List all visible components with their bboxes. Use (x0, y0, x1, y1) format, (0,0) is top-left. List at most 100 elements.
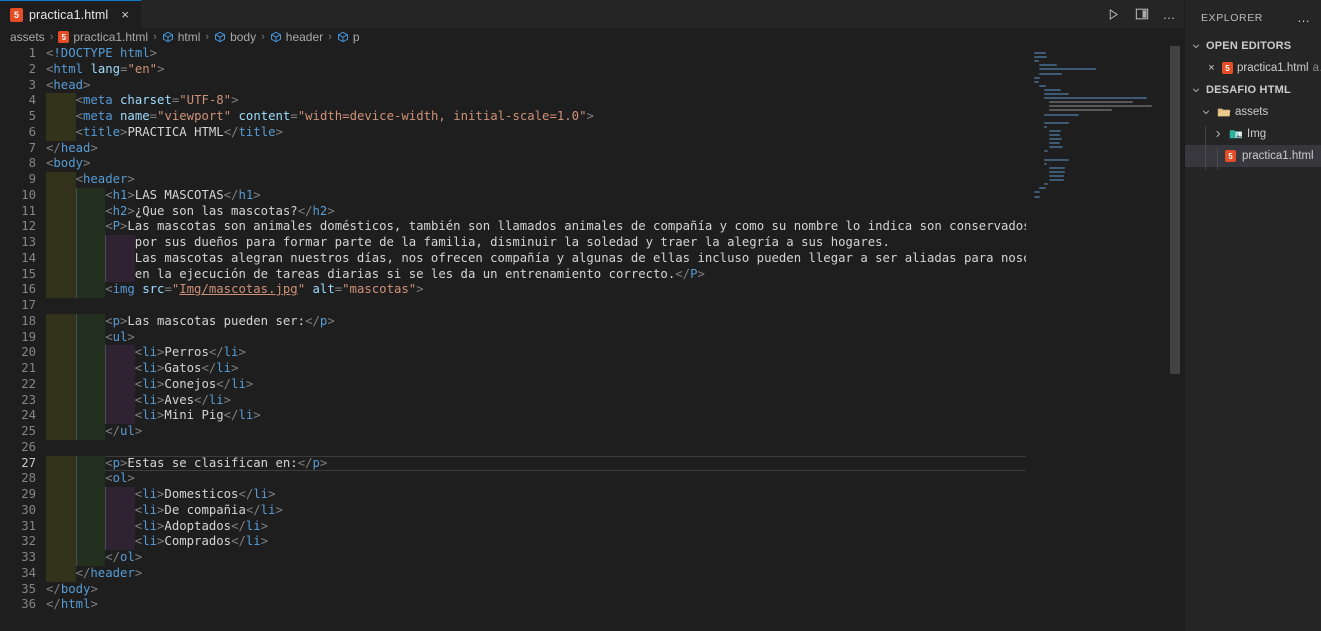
code-line[interactable]: 9 <header> (0, 172, 1184, 188)
code-line[interactable]: 16 <img src="Img/mascotas.jpg" alt="masco… (0, 282, 1184, 298)
breadcrumb-item-header[interactable]: header (270, 30, 323, 44)
line-number: 2 (28, 61, 36, 76)
code-line[interactable]: 22 <li>Conejos</li> (0, 376, 1184, 393)
indent-guide-line (75, 392, 77, 409)
code-token: li (260, 502, 276, 517)
line-number: 9 (28, 172, 36, 186)
code-line[interactable]: 14 Las mascotas alegran nuestros días, no… (0, 250, 1184, 267)
tree-item-assets[interactable]: assets (1185, 101, 1321, 123)
breadcrumb-item-p[interactable]: p (337, 30, 360, 44)
code-token: Las mascotas pueden ser: (127, 313, 306, 328)
line-number: 15 (21, 266, 36, 281)
minimap-line (1044, 125, 1048, 128)
minimap-line (1034, 56, 1048, 59)
code-token[interactable]: Img/mascotas.jpg (179, 282, 297, 296)
code-token: < (105, 203, 113, 218)
open-editor-path-suffix: a… (1312, 62, 1321, 74)
code-token: li (238, 408, 254, 423)
line-code: <li>Aves</li> (135, 393, 231, 409)
html5-file-icon: 5 (58, 31, 70, 43)
code-line[interactable]: 27 <p>Estas se clasifican en:</p> (0, 455, 1184, 472)
breadcrumb-item-file[interactable]: 5 practica1.html (58, 30, 148, 44)
code-line[interactable]: 12 <P>Las mascotas son animales doméstico… (0, 219, 1184, 235)
minimap[interactable] (1026, 46, 1160, 631)
code-line[interactable]: 29 <li>Domesticos</li> (0, 487, 1184, 503)
code-token: < (105, 282, 113, 297)
code-line[interactable]: 28 <ol> (0, 471, 1184, 487)
minimap-line (1049, 175, 1064, 177)
code-line[interactable]: 10 <h1>LAS MASCOTAS</h1> (0, 187, 1184, 204)
code-token: content (238, 109, 291, 123)
code-line[interactable]: 30 <li>De compañia</li> (0, 502, 1184, 519)
code-line[interactable]: 3 <head> (0, 78, 1184, 94)
code-line[interactable]: 32 <li>Comprados</li> (0, 534, 1184, 550)
breadcrumb-item-body[interactable]: body (214, 30, 256, 44)
code-line[interactable]: 15 en la ejecución de tareas diarias si s… (0, 266, 1184, 283)
code-editor[interactable]: 1 <!DOCTYPE html> 2 <html lang="en"> 3 <head>… (0, 46, 1184, 631)
explorer-more-icon[interactable]: … (1297, 11, 1311, 24)
code-token: li (231, 376, 246, 391)
indent-guide (46, 329, 76, 346)
line-code: <p>Las mascotas pueden ser:</p> (105, 314, 335, 330)
code-token: > (327, 313, 335, 328)
line-number: 12 (21, 219, 36, 234)
indent-guide (105, 266, 135, 283)
breadcrumb-item-assets[interactable]: assets (10, 30, 45, 44)
open-editor-row-practica1[interactable]: × 5 practica1.html a… (1185, 57, 1321, 79)
tab-close-icon[interactable]: × (118, 8, 132, 21)
indent-guide-line (75, 329, 77, 346)
code-line[interactable]: 24 <li>Mini Pig</li> (0, 408, 1184, 424)
breadcrumb-separator: › (328, 31, 332, 43)
indent-guide-line (75, 502, 77, 519)
section-workspace-folder[interactable]: DESAFIO HTML (1185, 79, 1321, 101)
code-token: > (134, 565, 143, 580)
indent-guide-line (75, 219, 77, 235)
code-line[interactable]: 19 <ul> (0, 329, 1184, 346)
code-token: title (83, 124, 121, 139)
chevron-right-icon[interactable] (1211, 127, 1225, 141)
scrollbar-thumb[interactable] (1170, 46, 1180, 374)
code-line[interactable]: 7 </head> (0, 141, 1184, 157)
code-line[interactable]: 8 <body> (0, 156, 1184, 172)
editor-tab-practica1[interactable]: 5 practica1.html × (0, 0, 143, 28)
code-token: h2 (312, 203, 328, 218)
tree-indent-guide (1217, 148, 1218, 170)
run-icon[interactable] (1105, 6, 1122, 23)
code-line[interactable]: 25 </ul> (0, 424, 1184, 440)
code-line[interactable]: 2 <html lang="en"> (0, 62, 1184, 78)
close-icon[interactable]: × (1205, 62, 1218, 74)
indent-guide (75, 471, 106, 487)
chevron-down-icon[interactable] (1199, 105, 1213, 119)
code-line[interactable]: 4 <meta charset="UTF-8"> (0, 93, 1184, 109)
section-open-editors[interactable]: OPEN EDITORS (1185, 35, 1321, 57)
code-token: </ (223, 124, 239, 139)
code-line[interactable]: 20 <li>Perros</li> (0, 345, 1184, 361)
line-number: 23 (21, 392, 36, 407)
split-editor-icon[interactable] (1133, 6, 1150, 23)
code-line[interactable]: 26 (0, 440, 1184, 456)
code-line[interactable]: 21 <li>Gatos</li> (0, 361, 1184, 377)
code-line[interactable]: 11 <h2>¿Que son las mascotas?</h2> (0, 203, 1184, 220)
code-line[interactable]: 23 <li>Aves</li> (0, 392, 1184, 409)
code-line[interactable]: 33 </ol> (0, 550, 1184, 566)
code-line[interactable]: 1 <!DOCTYPE html> (0, 46, 1184, 62)
breadcrumb-item-html[interactable]: html (162, 30, 200, 44)
indent-guide-line (75, 235, 77, 251)
code-line[interactable]: 5 <meta name="viewport" content="width=de… (0, 109, 1184, 125)
indent-guide-line (75, 313, 77, 330)
code-token: </ (105, 550, 120, 564)
code-line[interactable]: 35 </body> (0, 582, 1184, 598)
code-line[interactable]: 34 </header> (0, 565, 1184, 582)
code-line[interactable]: 18 <p>Las mascotas pueden ser:</p> (0, 313, 1184, 330)
more-actions-icon[interactable]: … (1161, 6, 1178, 23)
editor-vertical-scrollbar[interactable] (1170, 46, 1180, 631)
code-line[interactable]: 17 (0, 298, 1184, 314)
line-code: <li>Mini Pig</li> (135, 408, 261, 424)
line-number: 20 (21, 345, 36, 360)
code-line[interactable]: 36 </html> (0, 597, 1184, 613)
code-token: LAS MASCOTAS (134, 187, 224, 202)
code-line[interactable]: 13 por sus dueños para formar parte de la… (0, 235, 1184, 251)
code-line[interactable]: 31 <li>Adoptados</li> (0, 518, 1184, 535)
code-token: < (105, 219, 113, 234)
code-line[interactable]: 6 <title>PRACTICA HTML</title> (0, 124, 1184, 141)
